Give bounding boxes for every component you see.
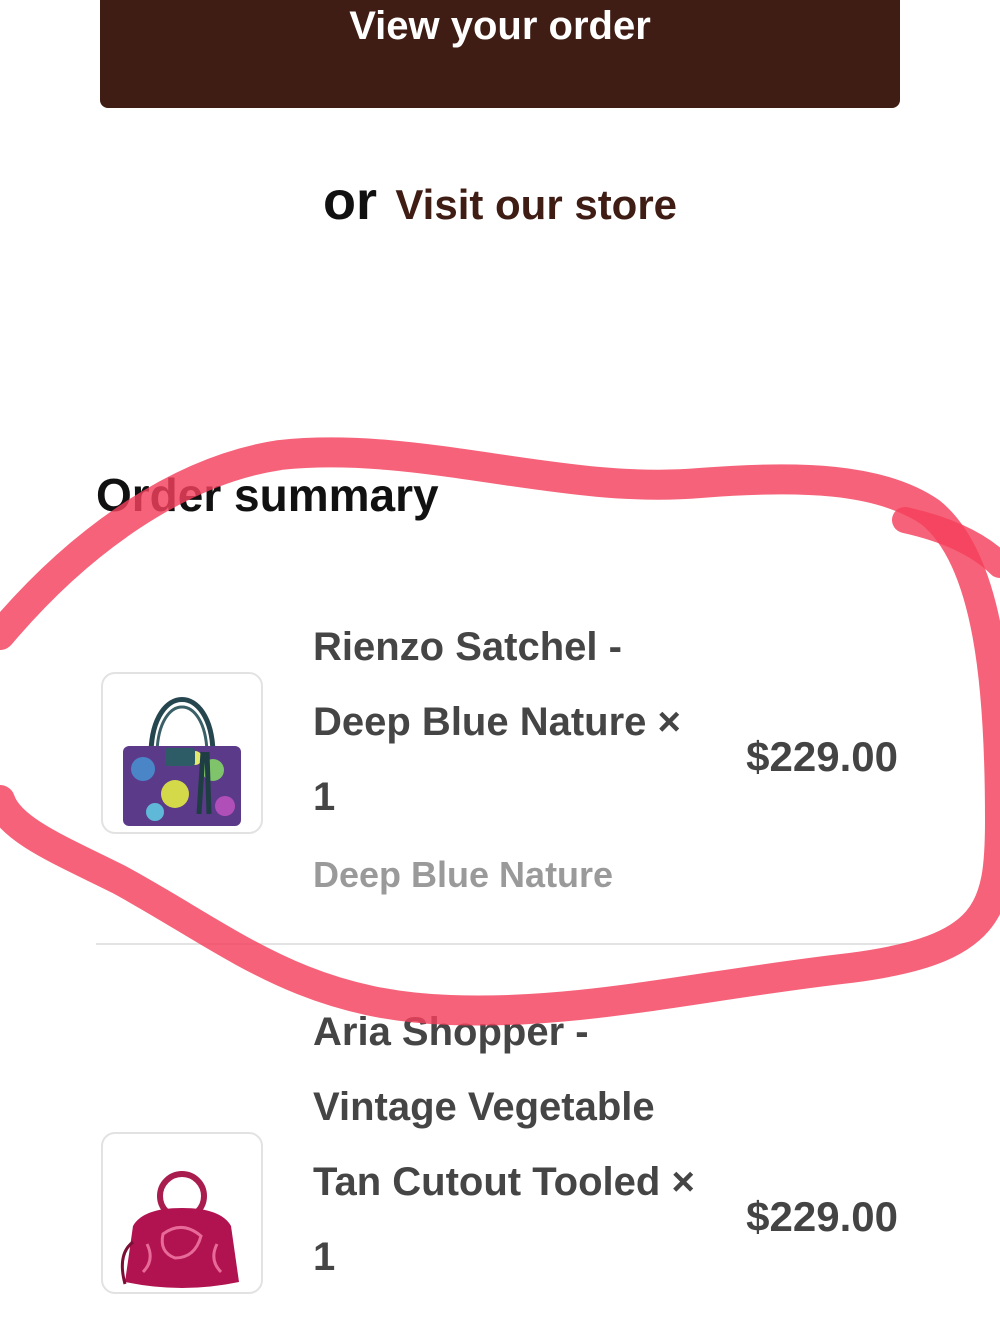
item-price: $229.00 bbox=[746, 733, 898, 780]
item-divider bbox=[96, 943, 906, 945]
visit-store-link[interactable]: Visit our store bbox=[395, 181, 677, 228]
product-thumbnail bbox=[101, 672, 263, 834]
item-name: Rienzo Satchel - Deep Blue Nature × 1 bbox=[313, 625, 681, 819]
item-name: Aria Shopper - Vintage Vegetable Tan Cut… bbox=[313, 1010, 695, 1279]
store-link-row: or Visit our store bbox=[0, 170, 1000, 232]
view-order-button[interactable]: View your order bbox=[100, 0, 900, 108]
item-price: $229.00 bbox=[746, 1193, 898, 1240]
or-text: or bbox=[322, 171, 377, 231]
order-summary-title: Order summary bbox=[96, 469, 439, 521]
handbag-pink-tooled-icon bbox=[120, 1171, 239, 1288]
product-thumbnail bbox=[101, 1132, 263, 1294]
item-variant: Deep Blue Nature bbox=[313, 854, 614, 895]
handbag-floral-icon bbox=[123, 697, 241, 826]
